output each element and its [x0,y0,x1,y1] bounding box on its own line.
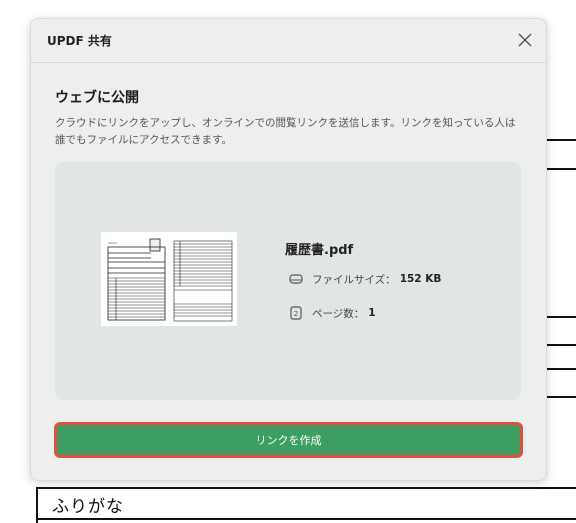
doc-line [545,344,576,346]
document-thumbnail [101,232,237,326]
doc-line [545,368,576,370]
doc-vline [36,487,38,523]
close-icon[interactable] [516,31,534,49]
doc-line [545,396,576,398]
page-count-row: 2 ページ数： 1 [288,305,376,321]
file-preview-card: 履歴書.pdf ファイルサイズ： 152 KB 2 ページ数： 1 [55,162,521,400]
doc-line [36,487,576,489]
file-name: 履歴書.pdf [285,243,354,258]
create-link-button[interactable]: リンクを作成 [54,422,523,458]
furigana-label: ふりがな [52,497,124,517]
file-size-value: 152 KB [399,273,442,285]
dialog-header: UPDF 共有 [31,19,546,63]
doc-line [36,518,576,520]
dialog-title: UPDF 共有 [47,34,112,48]
share-dialog: UPDF 共有 ウェブに公開 クラウドにリンクをアップし、オンラインでの閲覧リン… [30,18,547,481]
drive-icon [289,274,303,284]
page-count-value: 1 [368,307,376,319]
doc-line [545,316,576,318]
file-size-label: ファイルサイズ： [312,273,396,286]
section-heading: ウェブに公開 [55,90,139,106]
page-count-label: ページ数： [312,307,365,320]
doc-line [545,139,576,141]
doc-line [545,168,576,170]
header-divider [31,62,546,63]
svg-text:2: 2 [294,310,298,318]
file-size-row: ファイルサイズ： 152 KB [288,271,441,287]
description-text: クラウドにリンクをアップし、オンラインでの閲覧リンクを送信します。リンクを知って… [55,117,516,146]
page-count-icon: 2 [290,306,302,320]
